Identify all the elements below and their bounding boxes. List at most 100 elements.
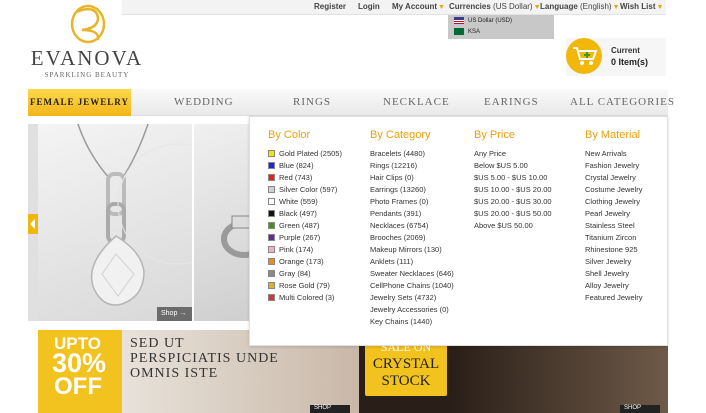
menu-list-item[interactable]: Gold Plated (2505): [268, 148, 342, 160]
menu-list-item[interactable]: Clothing Jewelry: [585, 196, 643, 208]
menu-list-item[interactable]: Makeup Mirrors (130): [370, 244, 454, 256]
mega-col-by-color: By Color Gold Plated (2505) Blue (824) Red…: [268, 129, 342, 304]
menu-list-item[interactable]: Rose Gold (79): [268, 280, 342, 292]
currencies-menu[interactable]: Currencies (US Dollar)▼: [449, 2, 541, 11]
menu-list-item[interactable]: Necklaces (6754): [370, 220, 454, 232]
mega-col-by-price: By Price Any Price Below $US 5.00 $US 5.00…: [474, 129, 552, 232]
menu-list-item[interactable]: Gray (84): [268, 268, 342, 280]
promo-shop-button[interactable]: SHOP: [310, 405, 350, 413]
promo-shop-button[interactable]: SHOP: [620, 405, 660, 413]
shopping-cart[interactable]: Current 0 Item(s): [566, 38, 666, 76]
menu-list-item[interactable]: Key Chains (1440): [370, 316, 454, 328]
register-link[interactable]: Register: [314, 2, 346, 11]
promo-discount-badge[interactable]: UPTO 30% OFF: [38, 330, 122, 413]
menu-list-item[interactable]: Crystal Jewelry: [585, 172, 643, 184]
menu-list-item[interactable]: Blue (824): [268, 160, 342, 172]
menu-list-item[interactable]: Shell Jewelry: [585, 268, 643, 280]
color-swatch-icon: [268, 185, 275, 193]
menu-list-item[interactable]: $US 5.00 - $US 10.00: [474, 172, 552, 184]
menu-list-item[interactable]: Rings (12216): [370, 160, 454, 172]
product-slide-pendant[interactable]: [38, 124, 192, 321]
menu-list-item[interactable]: Jewelry Accessories (0): [370, 304, 454, 316]
menu-list-item[interactable]: Costume Jewelry: [585, 184, 643, 196]
menu-list-item[interactable]: Red (743): [268, 172, 342, 184]
cart-count: 0 Item(s): [611, 57, 649, 67]
color-swatch-icon: [268, 245, 275, 253]
menu-list-item[interactable]: Jewelry Sets (4732): [370, 292, 454, 304]
menu-list-item[interactable]: CellPhone Chains (1040): [370, 280, 454, 292]
menu-item-label: Black (497): [279, 209, 317, 218]
menu-list-item[interactable]: Fashion Jewelry: [585, 160, 643, 172]
menu-item-label: White (559): [279, 197, 318, 206]
menu-list-item[interactable]: Above $US 50.00: [474, 220, 552, 232]
menu-list-item[interactable]: Photo Frames (0): [370, 196, 454, 208]
login-link[interactable]: Login: [358, 2, 380, 11]
menu-list-item[interactable]: Below $US 5.00: [474, 160, 552, 172]
menu-list-item[interactable]: Black (497): [268, 208, 342, 220]
language-menu[interactable]: Language (English)▼: [540, 2, 620, 11]
currency-dropdown: US Dollar (USD) KSA: [448, 15, 554, 39]
menu-list-item[interactable]: Multi Colored (3): [268, 292, 342, 304]
material-filter-list: New Arrivals Fashion Jewelry Crystal Jewel…: [585, 148, 643, 304]
menu-item-label: Pink (174): [279, 245, 314, 254]
menu-item-label: Blue (824): [279, 161, 314, 170]
menu-list-item[interactable]: White (559): [268, 196, 342, 208]
nav-earings[interactable]: EARINGS: [484, 89, 539, 116]
us-flag-icon: [454, 16, 464, 24]
nav-female-jewelry[interactable]: FEMALE JEWELRY: [28, 89, 131, 116]
menu-list-item[interactable]: Green (487): [268, 220, 342, 232]
menu-list-item[interactable]: Alloy Jewelry: [585, 280, 643, 292]
menu-list-item[interactable]: Featured Jewelry: [585, 292, 643, 304]
menu-list-item[interactable]: New Arrivals: [585, 148, 643, 160]
nav-necklace[interactable]: NECKLACE: [383, 89, 450, 116]
shop-label: Shop: [161, 310, 178, 317]
menu-item-label: Gold Plated (2505): [279, 149, 342, 158]
menu-list-item[interactable]: Stainless Steel: [585, 220, 643, 232]
menu-list-item[interactable]: Purple (267): [268, 232, 342, 244]
menu-list-item[interactable]: Hair Clips (0): [370, 172, 454, 184]
menu-list-item[interactable]: Pink (174): [268, 244, 342, 256]
product-slide-ring[interactable]: [194, 124, 249, 321]
price-filter-list: Any Price Below $US 5.00 $US 5.00 - $US 10…: [474, 148, 552, 232]
menu-list-item[interactable]: Rhinestone 925: [585, 244, 643, 256]
currency-option-usd[interactable]: US Dollar (USD): [454, 16, 512, 26]
color-swatch-icon: [268, 257, 275, 265]
menu-list-item[interactable]: $US 20.00 - $US 30.00: [474, 196, 552, 208]
menu-list-item[interactable]: Silver Color (597): [268, 184, 342, 196]
nav-wedding[interactable]: WEDDING: [174, 89, 234, 116]
my-account-menu[interactable]: My Account▼: [392, 2, 445, 11]
menu-list-item[interactable]: Silver Jewelry: [585, 256, 643, 268]
currency-option-label: KSA: [468, 29, 481, 35]
slider-prev-arrow-icon[interactable]: [28, 214, 38, 234]
mega-col-by-material: By Material New Arrivals Fashion Jewelry C…: [585, 129, 643, 304]
menu-list-item[interactable]: Brooches (2069): [370, 232, 454, 244]
color-swatch-icon: [268, 221, 275, 229]
shop-button[interactable]: Shop →: [157, 307, 192, 321]
mega-col-title: By Material: [585, 129, 641, 141]
menu-list-item[interactable]: Pendants (391): [370, 208, 454, 220]
color-swatch-icon: [268, 149, 275, 157]
menu-list-item[interactable]: $US 10.00 - $US 20.00: [474, 184, 552, 196]
menu-list-item[interactable]: Titanium Zircon: [585, 232, 643, 244]
promo-stock: STOCK: [381, 373, 431, 389]
logo-mark-icon: [70, 4, 106, 44]
menu-item-label: Rose Gold (79): [279, 281, 330, 290]
wishlist-menu[interactable]: Wish List▼: [620, 2, 663, 11]
menu-item-label: Silver Color (597): [279, 185, 338, 194]
menu-list-item[interactable]: Sweater Necklaces (646): [370, 268, 454, 280]
cart-badge: [566, 38, 602, 74]
mega-col-title: By Color: [268, 129, 311, 141]
menu-list-item[interactable]: Pearl Jewelry: [585, 208, 643, 220]
menu-list-item[interactable]: Earrings (13260): [370, 184, 454, 196]
menu-list-item[interactable]: Anklets (111): [370, 256, 454, 268]
menu-list-item[interactable]: Any Price: [474, 148, 552, 160]
color-swatch-icon: [268, 161, 275, 169]
currency-option-label: US Dollar (USD): [468, 18, 513, 24]
menu-list-item[interactable]: Bracelets (4480): [370, 148, 454, 160]
menu-list-item[interactable]: $US 20.00 - $US 50.00: [474, 208, 552, 220]
nav-all-categories[interactable]: ALL CATEGORIES: [570, 89, 675, 116]
currency-option-ksa[interactable]: KSA: [454, 27, 480, 37]
nav-rings[interactable]: RINGS: [293, 89, 331, 116]
menu-item-label: Purple (267): [279, 233, 321, 242]
menu-list-item[interactable]: Orange (173): [268, 256, 342, 268]
